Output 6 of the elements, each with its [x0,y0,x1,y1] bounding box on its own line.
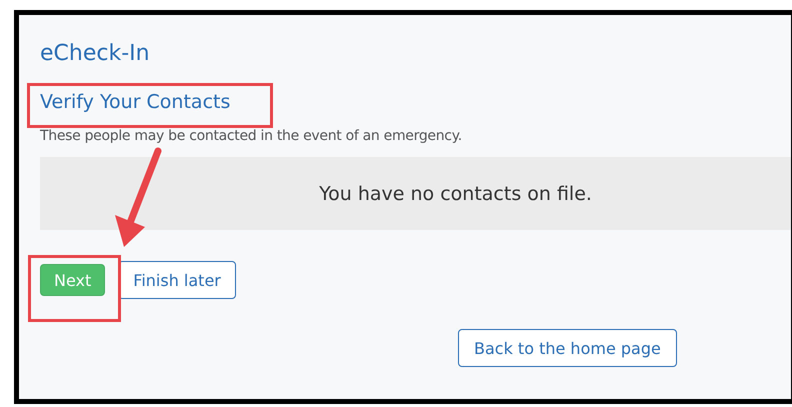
page-title: eCheck-In [40,40,150,68]
section-heading: Verify Your Contacts [40,90,230,115]
home-button[interactable]: Back to the home page [458,329,677,367]
finish-later-button[interactable]: Finish later [118,261,236,299]
section-description: These people may be contacted in the event of an emergency. [40,127,462,145]
empty-message: You have no contacts on file. [319,182,592,204]
